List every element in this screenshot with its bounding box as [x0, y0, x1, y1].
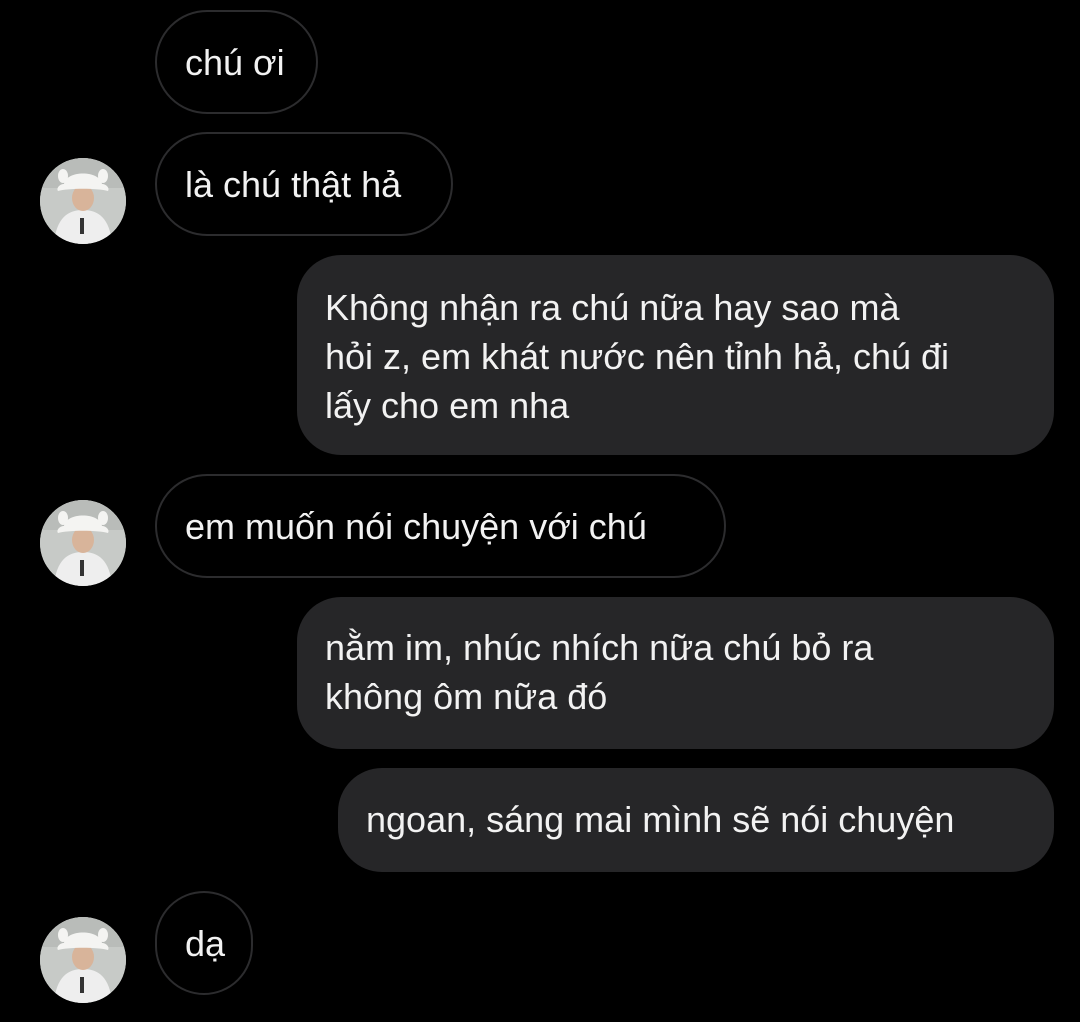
contact-avatar[interactable]: [40, 500, 126, 586]
incoming-message[interactable]: là chú thật hả: [155, 132, 453, 236]
avatar-image: [40, 500, 126, 586]
outgoing-message[interactable]: ngoan, sáng mai mình sẽ nói chuyện: [338, 768, 1054, 872]
message-text: em muốn nói chuyện với chú: [185, 505, 647, 547]
incoming-message[interactable]: em muốn nói chuyện với chú: [155, 474, 726, 578]
message-text: là chú thật hả: [185, 163, 402, 205]
message-text: ngoan, sáng mai mình sẽ nói chuyện: [366, 799, 955, 840]
chat-thread: chú ơi là chú thật hả Không nhận ra chú …: [0, 0, 1080, 1022]
contact-avatar[interactable]: [40, 917, 126, 1003]
message-text: dạ: [185, 922, 226, 964]
message-line: không ôm nữa đó: [325, 676, 608, 717]
message-line: hỏi z, em khát nước nên tỉnh hả, chú đi: [325, 336, 950, 377]
avatar-image: [40, 917, 126, 1003]
incoming-message[interactable]: dạ: [155, 891, 253, 995]
message-text: chú ơi: [185, 41, 285, 83]
message-line: nằm im, nhúc nhích nữa chú bỏ ra: [325, 627, 874, 668]
message-line: Không nhận ra chú nữa hay sao mà: [325, 287, 900, 328]
outgoing-message[interactable]: nằm im, nhúc nhích nữa chú bỏ ra không ô…: [297, 597, 1054, 749]
contact-avatar[interactable]: [40, 158, 126, 244]
incoming-message[interactable]: chú ơi: [155, 10, 318, 114]
message-line: lấy cho em nha: [325, 385, 570, 426]
avatar-image: [40, 158, 126, 244]
outgoing-message[interactable]: Không nhận ra chú nữa hay sao mà hỏi z, …: [297, 255, 1054, 455]
